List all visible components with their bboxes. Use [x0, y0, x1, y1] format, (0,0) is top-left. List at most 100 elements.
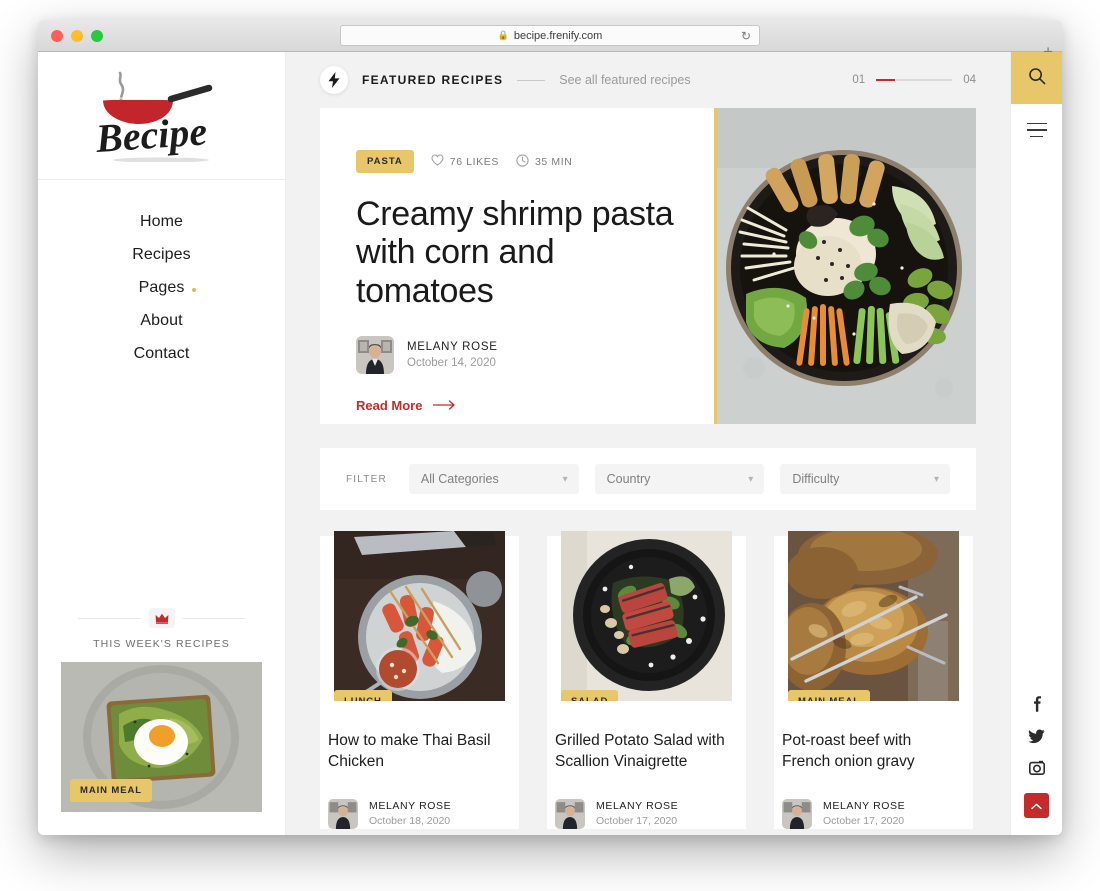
divider-line-right [182, 617, 245, 619]
sidebar-nav: Home Recipes Pages About Contact [38, 180, 285, 366]
slider-current-index: 01 [852, 74, 866, 86]
widget-title: THIS WEEK'S RECIPES [93, 638, 230, 650]
nav-label: Recipes [132, 246, 191, 263]
recipe-card-title[interactable]: How to make Thai Basil Chicken [328, 730, 503, 773]
hero-image[interactable] [714, 108, 976, 424]
maximize-window-button[interactable] [91, 29, 103, 42]
avatar-image [328, 798, 358, 829]
recipe-card-image[interactable]: MAIN MEAL [788, 531, 959, 701]
recipe-card-date: October 17, 2020 [823, 815, 905, 828]
hero-category-badge[interactable]: PASTA [356, 150, 414, 173]
svg-text:Becipe: Becipe [93, 108, 208, 161]
divider-line-left [78, 617, 141, 619]
crown-icon [148, 608, 175, 628]
slider-pagination: 01 04 [852, 74, 976, 86]
nav-item-recipes[interactable]: Recipes [126, 243, 197, 267]
main-content: FEATURED RECIPES See all featured recipe… [286, 52, 1010, 835]
filter-bar: FILTER All Categories ▾ Country ▾ Diffic… [320, 448, 976, 510]
week-recipe-thumbnail[interactable]: MAIN MEAL [61, 662, 262, 812]
filter-select-value: Country [606, 472, 651, 486]
recipe-card-date: October 17, 2020 [596, 815, 678, 828]
instagram-icon[interactable] [1026, 757, 1048, 779]
hero-title[interactable]: Creamy shrimp pasta with corn and tomato… [356, 195, 680, 310]
twitter-icon[interactable] [1026, 725, 1048, 747]
thai-basil-chicken-image [334, 531, 505, 701]
social-links [1011, 693, 1062, 818]
filter-select-value: All Categories [420, 472, 499, 486]
bolt-icon [320, 66, 348, 94]
recipe-card-badge: SALAD [561, 690, 619, 701]
address-bar[interactable]: 🔒 becipe.frenify.com ↻ [340, 25, 760, 46]
filter-label: FILTER [346, 473, 387, 485]
window-traffic-lights [51, 29, 103, 42]
slider-total-count: 04 [963, 74, 976, 86]
see-all-featured-link[interactable]: See all featured recipes [559, 73, 690, 87]
filter-select-categories[interactable]: All Categories ▾ [408, 464, 579, 494]
chevron-down-icon: ▾ [748, 473, 754, 485]
slider-progress-track[interactable] [876, 79, 953, 81]
read-more-button[interactable]: Read More [356, 398, 680, 413]
scroll-to-top-button[interactable] [1024, 793, 1049, 818]
recipe-card-body: Pot-roast beef with French onion gravy M… [774, 706, 973, 829]
pot-roast-beef-image [788, 531, 959, 701]
avatar [328, 798, 358, 829]
recipe-card[interactable]: MAIN MEAL Pot-roast beef with French oni… [774, 531, 973, 829]
avatar [356, 336, 394, 375]
header-divider [517, 79, 546, 81]
becipe-logo-icon: Becipe [93, 71, 212, 162]
arrow-right-icon [432, 398, 457, 413]
recipe-card-body: How to make Thai Basil Chicken MELANY RO… [320, 706, 519, 829]
hero-likes-text: 76 LIKES [449, 155, 499, 168]
recipe-card[interactable]: LUNCH How to make Thai Basil Chicken [320, 531, 519, 829]
minimize-window-button[interactable] [71, 29, 83, 42]
hero-author-date: October 14, 2020 [407, 357, 496, 370]
nav-label: Home [139, 213, 184, 230]
left-sidebar: Becipe Home Recipes Pages About Contact … [38, 52, 286, 835]
url-text: becipe.frenify.com [513, 29, 603, 42]
browser-window: 🔒 becipe.frenify.com ↻ + Becipe [38, 20, 1062, 835]
recipe-card-author-info: MELANY ROSE October 18, 2020 [369, 800, 451, 827]
hamburger-menu-icon[interactable] [1011, 104, 1062, 156]
hero-author-info: MELANY ROSE October 14, 2020 [407, 341, 498, 369]
reload-icon[interactable]: ↻ [741, 29, 751, 43]
hero-accent-bar [714, 108, 717, 424]
recipe-card-author-info: MELANY ROSE October 17, 2020 [596, 800, 678, 827]
section-title: FEATURED RECIPES [362, 73, 504, 87]
nav-item-home[interactable]: Home [134, 210, 189, 234]
search-button[interactable] [1011, 52, 1062, 104]
avatar [555, 798, 585, 829]
widget-divider-row [38, 608, 285, 628]
nav-item-contact[interactable]: Contact [128, 342, 196, 366]
filter-select-difficulty[interactable]: Difficulty ▾ [780, 464, 951, 494]
recipe-card-badge: LUNCH [334, 690, 392, 701]
nav-label: About [140, 312, 183, 329]
nav-item-about[interactable]: About [134, 309, 188, 333]
recipe-card-image[interactable]: SALAD [561, 531, 732, 701]
close-window-button[interactable] [51, 29, 63, 42]
facebook-icon[interactable] [1026, 693, 1048, 715]
site-logo[interactable]: Becipe [38, 52, 285, 180]
nav-label: Contact [133, 345, 190, 362]
avatar [782, 798, 812, 829]
hero-author-name: MELANY ROSE [407, 341, 498, 354]
buddha-bowl-image [714, 108, 976, 424]
filter-select-country[interactable]: Country ▾ [594, 464, 765, 494]
nav-item-pages[interactable]: Pages [133, 276, 197, 300]
search-icon [1028, 67, 1046, 90]
read-more-label: Read More [356, 398, 423, 414]
avatar-image [555, 798, 585, 829]
recipe-card-grid: LUNCH How to make Thai Basil Chicken [320, 531, 976, 829]
this-weeks-recipes-widget: THIS WEEK'S RECIPES MAIN MEAL [38, 608, 285, 812]
recipe-card[interactable]: SALAD Grilled Potato Salad with Scallion… [547, 531, 746, 829]
recipe-card-title[interactable]: Grilled Potato Salad with Scallion Vinai… [555, 730, 730, 773]
recipe-card-image[interactable]: LUNCH [334, 531, 505, 701]
recipe-card-title[interactable]: Pot-roast beef with French onion gravy [782, 730, 957, 773]
recipe-card-author-name: MELANY ROSE [823, 800, 906, 813]
chevron-down-icon: ▾ [562, 473, 568, 485]
featured-hero-card: PASTA 76 LIKES 35 MIN Creamy shrimp past… [320, 108, 976, 424]
browser-titlebar: 🔒 becipe.frenify.com ↻ + [38, 20, 1062, 60]
filter-select-value: Difficulty [792, 472, 840, 486]
featured-section-header: FEATURED RECIPES See all featured recipe… [320, 52, 976, 108]
recipe-card-author: MELANY ROSE October 17, 2020 [555, 798, 730, 829]
hero-author-row: MELANY ROSE October 14, 2020 [356, 336, 680, 375]
